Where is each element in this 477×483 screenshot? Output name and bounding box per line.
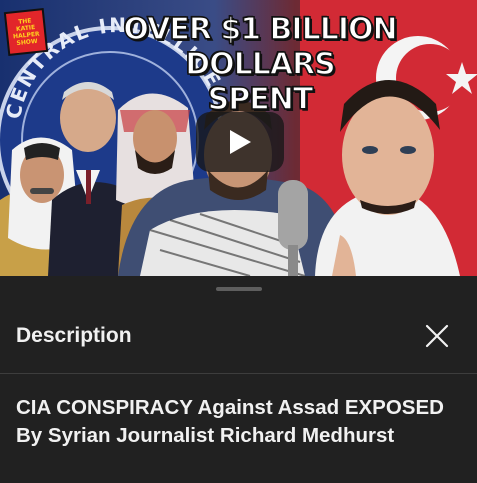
description-sheet: Description CIA CONSPIRACY Against Assad… (0, 276, 477, 483)
video-thumbnail[interactable]: CENTRAL INTELLIGENCE (0, 0, 477, 276)
drag-handle[interactable] (216, 287, 262, 291)
play-button[interactable] (196, 112, 284, 172)
youtube-description-screen: CENTRAL INTELLIGENCE (0, 0, 477, 483)
sheet-title: Description (16, 324, 132, 347)
thumbnail-headline: OVER $1 BILLION DOLLARS SPENT (50, 11, 470, 118)
headline-line-1: OVER $1 BILLION DOLLARS (123, 11, 399, 83)
show-logo: THE KATIE HALPER SHOW (6, 10, 46, 54)
close-icon (425, 324, 449, 348)
video-title: CIA CONSPIRACY Against Assad EXPOSED By … (16, 396, 444, 447)
sheet-header: Description (0, 302, 477, 372)
close-button[interactable] (421, 320, 453, 352)
play-icon (230, 130, 251, 154)
header-divider (0, 373, 477, 374)
